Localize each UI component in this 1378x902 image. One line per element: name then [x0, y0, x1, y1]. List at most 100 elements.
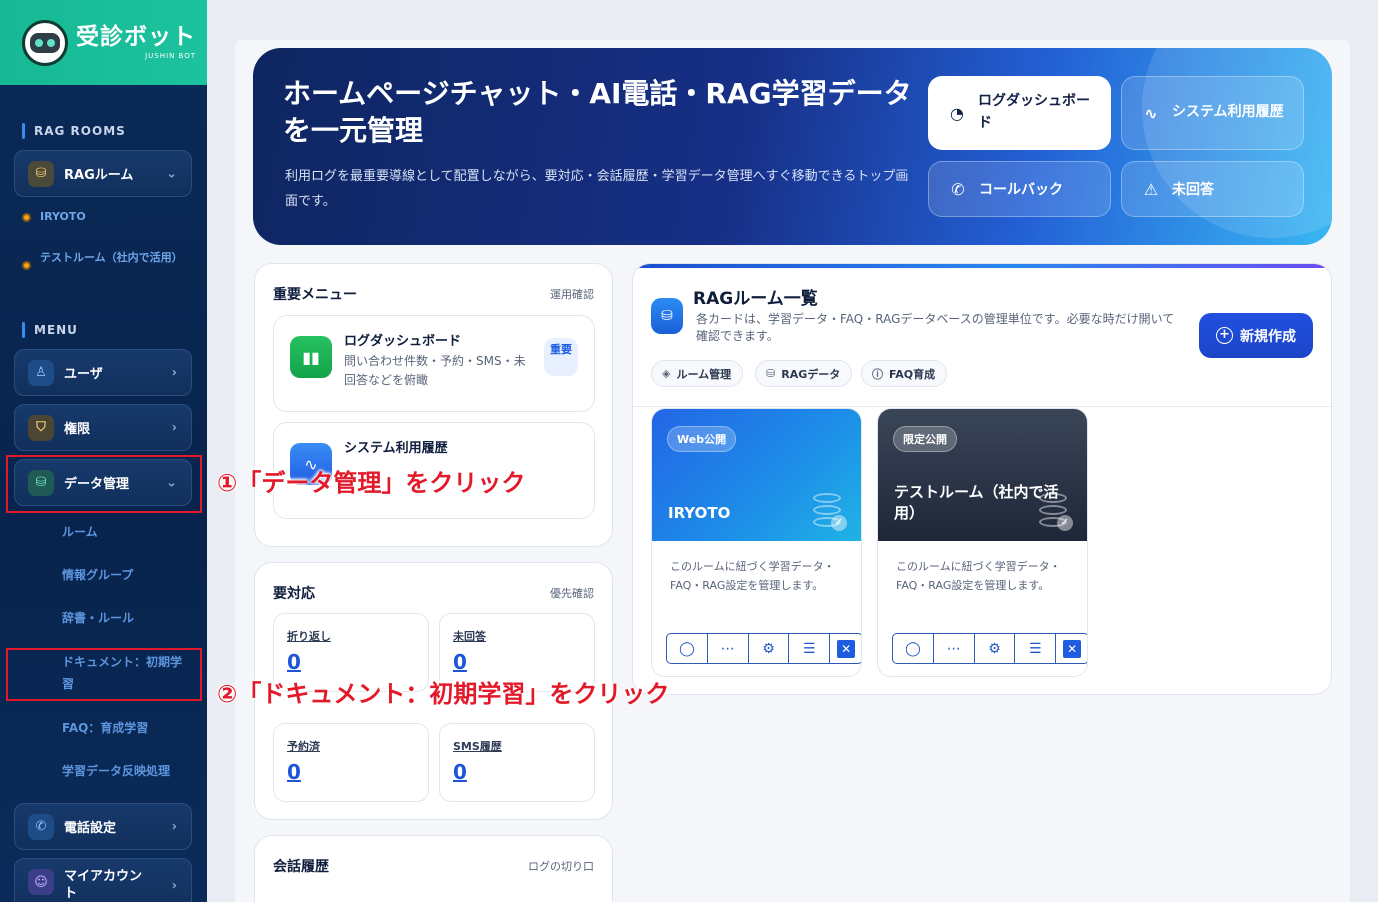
system-usage-button[interactable]: ∿ システム利用履歴 — [1121, 76, 1304, 150]
stat-label: SMS履歴 — [453, 740, 502, 753]
chevron-right-icon: › — [171, 878, 177, 894]
database-icon: ⛁ — [651, 298, 683, 334]
sidebar-item-permissions[interactable]: ⛉ 権限 › — [14, 404, 192, 451]
callback-button[interactable]: ✆ コールバック — [928, 161, 1111, 217]
brand-header[interactable]: 受診ボット JUSHIN BOT — [0, 0, 207, 85]
stat-label: 折り返し — [287, 630, 331, 643]
room-actions: ◯ ⋯ ⚙ ☰ ✕ — [892, 633, 1087, 664]
database-check-icon: ✓ — [813, 493, 847, 531]
stat-value: 0 — [287, 650, 301, 674]
sidebar-item-label: 権限 — [64, 422, 91, 437]
menu-item-title: システム利用履歴 — [344, 441, 448, 456]
chat-icon[interactable]: ◯ — [667, 634, 708, 663]
conversation-history-link[interactable]: ログの切り口 — [528, 858, 594, 874]
conversation-history-card: 会話履歴 ログの切り口 — [254, 835, 613, 902]
rag-rooms-title: RAGルーム一覧 — [693, 289, 818, 309]
sidebar-subitem-info-group[interactable]: 情報グループ — [62, 565, 187, 587]
chevron-right-icon: › — [171, 819, 177, 834]
hero-description: 利用ログを最重要導線として配置しながら、要対応・会話履歴・学習データ管理へすぐ移… — [285, 169, 909, 210]
chip-rag-data[interactable]: ⛁ RAGデータ — [755, 360, 853, 387]
status-dot-icon — [22, 261, 31, 270]
visibility-badge: Web公開 — [667, 426, 737, 452]
rag-rooms-section-label: RAG ROOMS — [22, 123, 126, 139]
warning-icon: ⚠ — [1143, 179, 1159, 199]
chip-faq-training[interactable]: ⓘ FAQ育成 — [861, 360, 948, 387]
gauge-icon: ◔ — [950, 103, 964, 123]
sidebar-subitem-faq-training[interactable]: FAQ：育成学習 — [62, 718, 187, 740]
unanswered-button[interactable]: ⚠ 未回答 — [1121, 161, 1304, 217]
log-dashboard-button[interactable]: ◔ ログダッシュボード — [928, 76, 1111, 150]
rag-rooms-description: 各カードは、学習データ・FAQ・RAGデータベースの管理単位です。必要な時だけ開… — [696, 312, 1175, 344]
sidebar-subitem-dictionary-rules[interactable]: 辞書・ルール — [62, 608, 187, 630]
stat-label: 予約済 — [287, 740, 320, 753]
brand-subtitle: JUSHIN BOT — [145, 51, 196, 60]
hero-title: ホームページチャット・AI電話・RAG学習データを一元管理 — [283, 77, 912, 147]
important-badge: 重要 — [544, 338, 578, 376]
important-menu-title: 重要メニュー — [273, 287, 357, 303]
stat-sms-history[interactable]: SMS履歴 0 — [439, 723, 595, 802]
stat-reserved[interactable]: 予約済 0 — [273, 723, 429, 802]
annotation-highlight-data-management — [6, 455, 202, 513]
create-new-button[interactable]: + 新規作成 — [1199, 313, 1313, 358]
visibility-badge: 限定公開 — [893, 426, 957, 452]
rag-room-select[interactable]: ⛁ RAGルーム ⌄ — [14, 150, 192, 197]
sidebar-item-label: マイアカウント — [64, 869, 143, 901]
chevron-right-icon: › — [171, 420, 177, 435]
rag-rooms-panel: ⛁ RAGルーム一覧 各カードは、学習データ・FAQ・RAGデータベースの管理単… — [632, 263, 1332, 695]
message-dots-icon[interactable]: ⋯ — [708, 634, 749, 663]
room-description: このルームに紐づく学習データ・FAQ・RAG設定を管理します。 — [896, 560, 1061, 593]
sidebar-item-users[interactable]: ♙ ユーザ › — [14, 349, 192, 396]
sidebar-room-label: IRYOTO — [40, 210, 86, 223]
sidebar-room-test[interactable]: テストルーム（社内で活用） — [22, 249, 183, 270]
account-icon: ☺ — [28, 869, 54, 895]
sidebar-item-my-account[interactable]: ☺ マイアカウント › — [14, 858, 192, 902]
sidebar-item-label: 電話設定 — [64, 821, 117, 836]
annotation-step-2: ②「ドキュメント：初期学習」をクリック — [217, 680, 670, 708]
sidebar-room-iryoto[interactable]: IRYOTO — [22, 208, 182, 227]
menu-item-description: 問い合わせ件数・予約・SMS・未回答などを俯瞰 — [344, 354, 526, 388]
sidebar: 受診ボット JUSHIN BOT RAG ROOMS ⛁ RAGルーム ⌄ IR… — [0, 0, 207, 902]
checklist-icon[interactable]: ☰ — [789, 634, 831, 663]
message-dots-icon[interactable]: ⋯ — [934, 634, 975, 663]
status-dot-icon — [22, 213, 31, 222]
gear-icon[interactable]: ⚙ — [749, 634, 790, 663]
phone-callback-icon: ✆ — [951, 179, 965, 199]
plus-icon: + — [1216, 327, 1233, 344]
menu-item-title: ログダッシュボード — [344, 334, 462, 349]
sidebar-subitem-learning-data-reflect[interactable]: 学習データ反映処理 — [62, 761, 187, 783]
layers-icon: ◈ — [662, 367, 671, 380]
annotation-step-1: ①「データ管理」をクリック — [217, 469, 526, 497]
bar-chart-icon: ▮▮ — [290, 336, 332, 378]
rag-room-select-label: RAGルーム — [64, 168, 134, 183]
log-dashboard-menu-item[interactable]: ▮▮ ログダッシュボード 問い合わせ件数・予約・SMS・未回答などを俯瞰 重要 — [273, 315, 595, 412]
brand-name: 受診ボット — [76, 23, 196, 50]
user-icon: ♙ — [28, 359, 54, 386]
menu-section-label: MENU — [22, 322, 78, 338]
action-required-link[interactable]: 優先確認 — [550, 585, 594, 601]
gear-icon[interactable]: ⚙ — [975, 634, 1016, 663]
chat-icon[interactable]: ◯ — [893, 634, 934, 663]
close-icon[interactable]: ✕ — [830, 634, 861, 663]
stat-value: 0 — [453, 760, 467, 784]
sidebar-subitem-room[interactable]: ルーム — [62, 522, 187, 544]
chevron-down-icon: ⌄ — [166, 166, 177, 181]
stat-value: 0 — [287, 760, 301, 784]
action-required-title: 要対応 — [273, 586, 315, 602]
sidebar-room-label: テストルーム（社内で活用） — [40, 251, 183, 264]
stat-label: 未回答 — [453, 630, 486, 643]
room-actions: ◯ ⋯ ⚙ ☰ ✕ — [666, 633, 861, 664]
chip-room-management[interactable]: ◈ ルーム管理 — [651, 360, 744, 387]
database-icon: ⛁ — [766, 367, 776, 380]
help-circle-icon: ⓘ — [872, 367, 883, 381]
activity-icon: ∿ — [1144, 103, 1158, 123]
database-check-icon: ✓ — [1039, 493, 1073, 531]
room-card-iryoto[interactable]: Web公開 IRYOTO ✓ このルームに紐づく学習データ・FAQ・RAG設定を… — [651, 408, 862, 677]
sidebar-item-phone-settings[interactable]: ✆ 電話設定 › — [14, 803, 192, 850]
robot-logo-icon — [22, 19, 68, 66]
checklist-icon[interactable]: ☰ — [1015, 634, 1057, 663]
phone-icon: ✆ — [28, 813, 54, 840]
sidebar-item-label: ユーザ — [64, 367, 103, 382]
important-menu-link[interactable]: 運用確認 — [550, 286, 594, 302]
room-card-test[interactable]: 限定公開 テストルーム（社内で活用） ✓ このルームに紐づく学習データ・FAQ・… — [877, 408, 1088, 677]
close-icon[interactable]: ✕ — [1056, 634, 1087, 663]
